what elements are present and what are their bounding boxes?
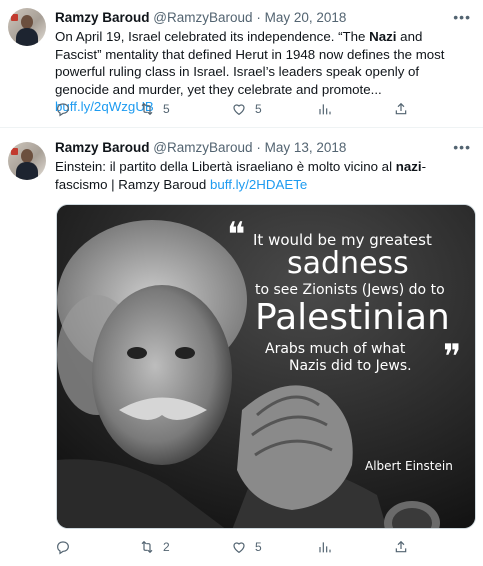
tweet-image[interactable]: ❝ It would be my greatest sadness to see… (56, 204, 476, 529)
like-count: 5 (255, 540, 262, 554)
avatar[interactable] (8, 142, 46, 180)
views-icon (319, 542, 331, 553)
reply-icon (57, 541, 69, 555)
close-quote-mark: ❞ (443, 337, 462, 377)
quote-line-3: to see Zionists (Jews) do to (255, 282, 445, 298)
retweet-count: 5 (163, 102, 170, 116)
share-button[interactable] (393, 539, 409, 555)
views-button[interactable] (316, 101, 332, 117)
author-handle[interactable]: @RamzyBaroud (153, 10, 252, 25)
quote-line-6: Nazis did to Jews. (289, 358, 412, 374)
separator: · (256, 10, 261, 25)
retweet-button[interactable]: 2 (139, 539, 170, 555)
like-icon (233, 542, 245, 554)
views-button[interactable] (316, 539, 332, 555)
avatar[interactable] (8, 8, 46, 46)
like-count: 5 (255, 102, 262, 116)
highlighted-term: Nazi (369, 29, 397, 44)
like-button[interactable]: 5 (231, 539, 262, 555)
share-button[interactable] (393, 101, 409, 117)
tweet-date[interactable]: May 20, 2018 (265, 10, 347, 25)
views-icon (319, 104, 331, 115)
open-quote-mark: ❝ (227, 215, 246, 255)
retweet-count: 2 (163, 540, 170, 554)
separator: · (256, 140, 261, 155)
author-name[interactable]: Ramzy Baroud (55, 140, 150, 155)
author-handle[interactable]: @RamzyBaroud (153, 140, 252, 155)
quote-line-4: Palestinian (255, 297, 450, 338)
reply-button[interactable] (55, 101, 71, 117)
retweet-button[interactable]: 5 (139, 101, 170, 117)
tweet-text: Einstein: il partito della Libertà israe… (55, 159, 427, 192)
quote-line-2: sadness (287, 246, 409, 281)
einstein-photo (57, 205, 475, 528)
quote-attribution: Albert Einstein (365, 459, 453, 473)
like-icon (233, 104, 245, 116)
tweet-link[interactable]: buff.ly/2HDAETe (210, 177, 307, 192)
action-bar: 5 5 (55, 101, 471, 119)
like-button[interactable]: 5 (231, 101, 262, 117)
author-name[interactable]: Ramzy Baroud (55, 10, 150, 25)
tweet-date[interactable]: May 13, 2018 (265, 140, 347, 155)
tweet-2[interactable]: ••• Ramzy Baroud @RamzyBaroud · May 13, … (0, 128, 483, 566)
retweet-icon (141, 102, 153, 116)
share-icon (395, 540, 407, 553)
reply-icon (57, 103, 69, 117)
action-bar: 2 5 (55, 539, 471, 557)
share-icon (395, 102, 407, 115)
tweet-1[interactable]: ••• Ramzy Baroud @RamzyBaroud · May 20, … (0, 0, 483, 128)
reply-button[interactable] (55, 539, 71, 555)
highlighted-term: nazi (395, 159, 422, 174)
quote-line-5: Arabs much of what (265, 341, 406, 357)
retweet-icon (141, 540, 153, 554)
